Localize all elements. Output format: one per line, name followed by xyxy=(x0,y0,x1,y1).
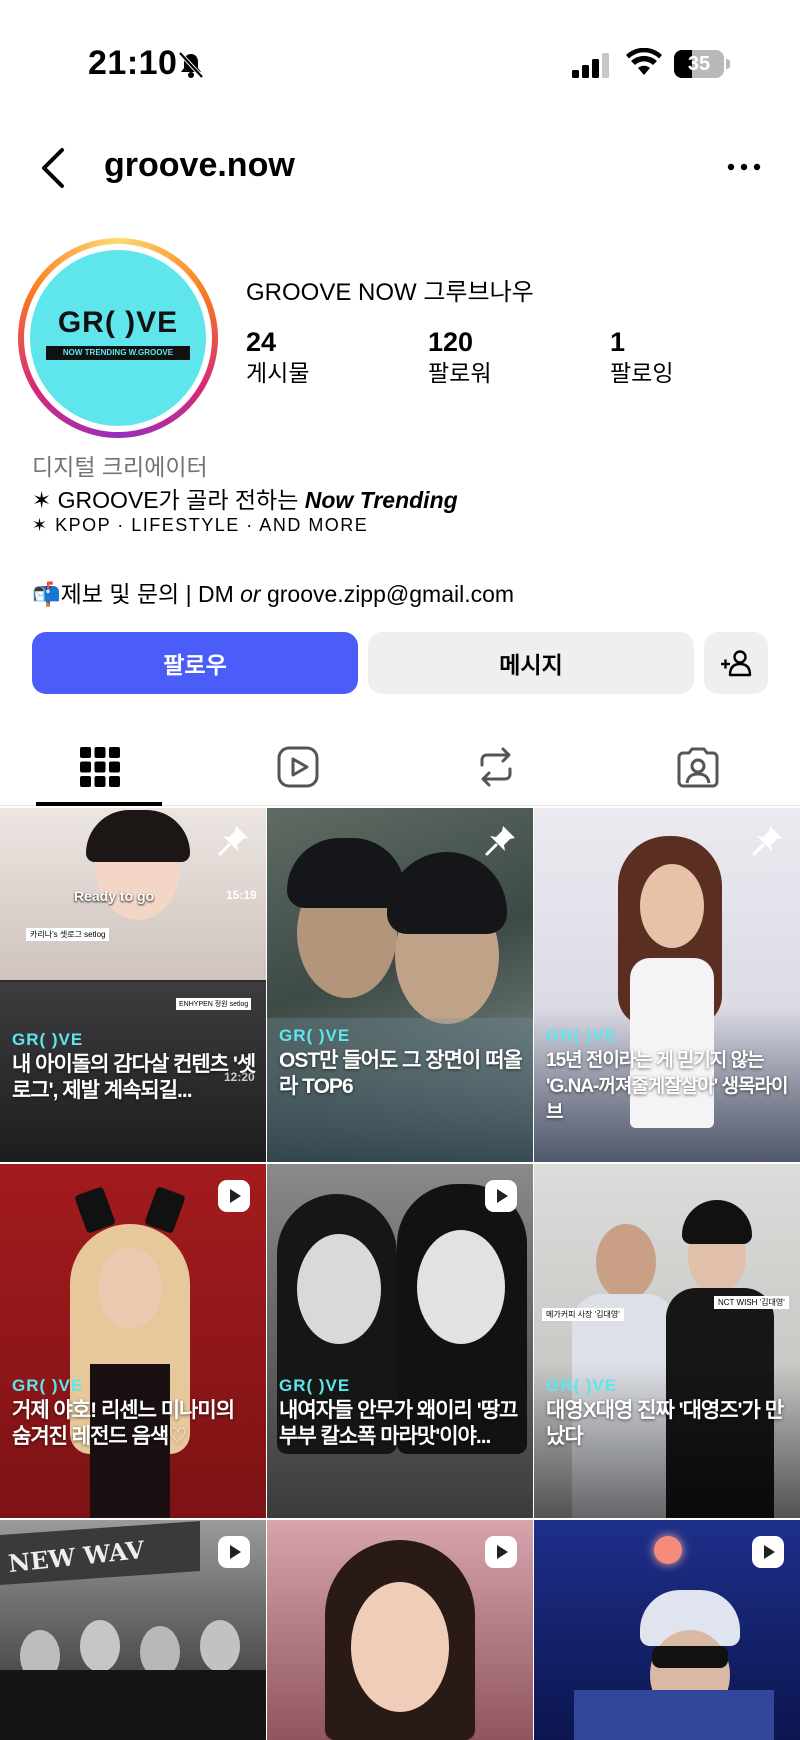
bell-muted-icon xyxy=(178,51,204,79)
post-tile[interactable]: GR( )VE 내여자들 안무가 왜이리 '땅끄부부 칼소폭 마라맛'이야... xyxy=(267,1164,533,1518)
display-name: GROOVE NOW 그루브나우 xyxy=(246,279,534,306)
post-tile[interactable]: GR( )VE 거제 야호! 리센느 미나미의 숨겨진 레전드 음색♡ xyxy=(0,1164,266,1518)
post-caption: 대영X대영 진짜 '대영즈'가 만났다 xyxy=(546,1399,784,1448)
tab-posts[interactable] xyxy=(0,728,200,806)
tile-logo: GR( )VE xyxy=(12,1030,84,1049)
post-tag: NCT WISH '김대영' xyxy=(714,1296,789,1309)
post-caption: 15년 전이라는 게 믿기지 않는 'G.NA-꺼져줄게잘살아' 생목라이브 xyxy=(546,1050,788,1123)
more-options-icon[interactable] xyxy=(726,158,762,176)
reel-icon xyxy=(218,1180,250,1212)
wifi-icon xyxy=(626,48,662,75)
active-tab-indicator xyxy=(36,802,162,806)
status-bar: 21:10 35 xyxy=(0,0,800,130)
avatar[interactable]: GR( )VE NOW TRENDING W.GROOVE xyxy=(30,250,206,426)
tab-reposts[interactable] xyxy=(396,728,596,806)
bio-contact-line: 📬제보 및 문의 | DM or groove.zipp@gmail.com xyxy=(32,575,514,609)
profile-username: groove.now xyxy=(104,146,295,184)
tab-reels[interactable] xyxy=(198,728,398,806)
video-duration: 15:19 xyxy=(226,888,257,902)
stat-count: 1 xyxy=(610,327,626,357)
pin-icon xyxy=(752,826,782,856)
stat-following[interactable]: 1 팔로잉 xyxy=(610,326,760,388)
reel-icon xyxy=(485,1536,517,1568)
bio-text: ✶ GROOVE가 골라 전하는 xyxy=(32,487,305,513)
post-caption: 내 아이돌의 감다살 컨텐츠 '셋로그', 제발 계속되길... xyxy=(12,1053,256,1102)
avatar-logo-sub: NOW TRENDING W.GROOVE xyxy=(46,346,190,360)
battery-indicator: 35 xyxy=(674,50,730,78)
post-tile[interactable]: Ready to go 15:19 카리나's 셋로그 setlog ENHYP… xyxy=(0,808,266,1162)
reel-icon xyxy=(485,1180,517,1212)
post-tile[interactable]: GR( )VE 15년 전이라는 게 믿기지 않는 'G.NA-꺼져줄게잘살아'… xyxy=(534,808,800,1162)
stat-count: 24 xyxy=(246,327,277,357)
bio-email: groove.zipp@gmail.com xyxy=(260,581,515,607)
post-caption: 거제 야호! 리센느 미나미의 숨겨진 레전드 음색♡ xyxy=(12,1399,235,1448)
pin-icon xyxy=(218,826,248,856)
tile-logo: GR( )VE xyxy=(12,1376,84,1395)
posts-grid: Ready to go 15:19 카리나's 셋로그 setlog ENHYP… xyxy=(0,808,800,1740)
stat-count: 120 xyxy=(428,327,474,357)
tile-logo: GR( )VE xyxy=(546,1026,618,1045)
overlay-text: Ready to go xyxy=(74,888,155,904)
stat-label: 게시물 xyxy=(246,360,310,386)
profile-category: 디지털 크리에이터 xyxy=(32,454,208,480)
post-tag: ENHYPEN 정원 setlog xyxy=(176,998,252,1010)
back-arrow-icon[interactable] xyxy=(36,146,72,190)
post-caption: OST만 들어도 그 장면이 떠올라 TOP6 xyxy=(279,1049,523,1098)
post-tag: 카리나's 셋로그 setlog xyxy=(26,928,110,941)
stat-label: 팔로워 xyxy=(428,360,492,386)
post-tag: 메가커피 사장 '김대영' xyxy=(542,1308,624,1321)
post-tile[interactable]: 메가커피 사장 '김대영' NCT WISH '김대영' GR( )VE 대영X… xyxy=(534,1164,800,1518)
bio-text: 📬제보 및 문의 | DM xyxy=(32,581,241,607)
tagged-icon xyxy=(677,747,719,788)
post-tile[interactable]: GR( )VE OST만 들어도 그 장면이 떠올라 TOP6 xyxy=(267,808,533,1162)
battery-percent: 35 xyxy=(687,53,711,75)
profile-tabs xyxy=(0,728,800,806)
message-button[interactable]: 메시지 xyxy=(368,632,694,694)
post-tile[interactable] xyxy=(267,1520,533,1740)
reels-icon xyxy=(277,746,319,788)
reel-icon xyxy=(218,1536,250,1568)
reel-icon xyxy=(752,1536,784,1568)
pin-icon xyxy=(485,826,515,856)
post-tile[interactable]: NEW WAV xyxy=(0,1520,266,1740)
tab-tagged[interactable] xyxy=(598,728,798,806)
avatar-logo-text: GR( )VE xyxy=(57,306,179,339)
post-tile[interactable] xyxy=(534,1520,800,1740)
stat-posts[interactable]: 24 게시물 xyxy=(246,326,396,388)
stat-label: 팔로잉 xyxy=(610,360,674,386)
bio-or: or xyxy=(240,581,261,607)
reposts-icon xyxy=(480,747,512,787)
add-user-icon xyxy=(721,650,752,677)
bio-line: ✶ GROOVE가 골라 전하는 Now Trending xyxy=(32,481,458,515)
tile-logo: GR( )VE xyxy=(279,1376,351,1395)
bio-line: ✶ KPOP · LIFESTYLE · AND MORE xyxy=(32,515,369,535)
status-time: 21:10 xyxy=(88,44,178,82)
cellular-signal-icon xyxy=(572,53,609,78)
grid-icon xyxy=(80,747,120,787)
post-caption: 내여자들 안무가 왜이리 '땅끄부부 칼소폭 마라맛'이야... xyxy=(279,1399,518,1448)
follow-button[interactable]: 팔로우 xyxy=(32,632,358,694)
bio-emphasis: Now Trending xyxy=(304,487,458,513)
stat-followers[interactable]: 120 팔로워 xyxy=(428,326,578,388)
tile-logo: GR( )VE xyxy=(279,1026,351,1045)
suggest-user-button[interactable] xyxy=(704,632,768,694)
story-ring[interactable]: GR( )VE NOW TRENDING W.GROOVE xyxy=(18,238,218,438)
tile-logo: GR( )VE xyxy=(546,1376,618,1395)
